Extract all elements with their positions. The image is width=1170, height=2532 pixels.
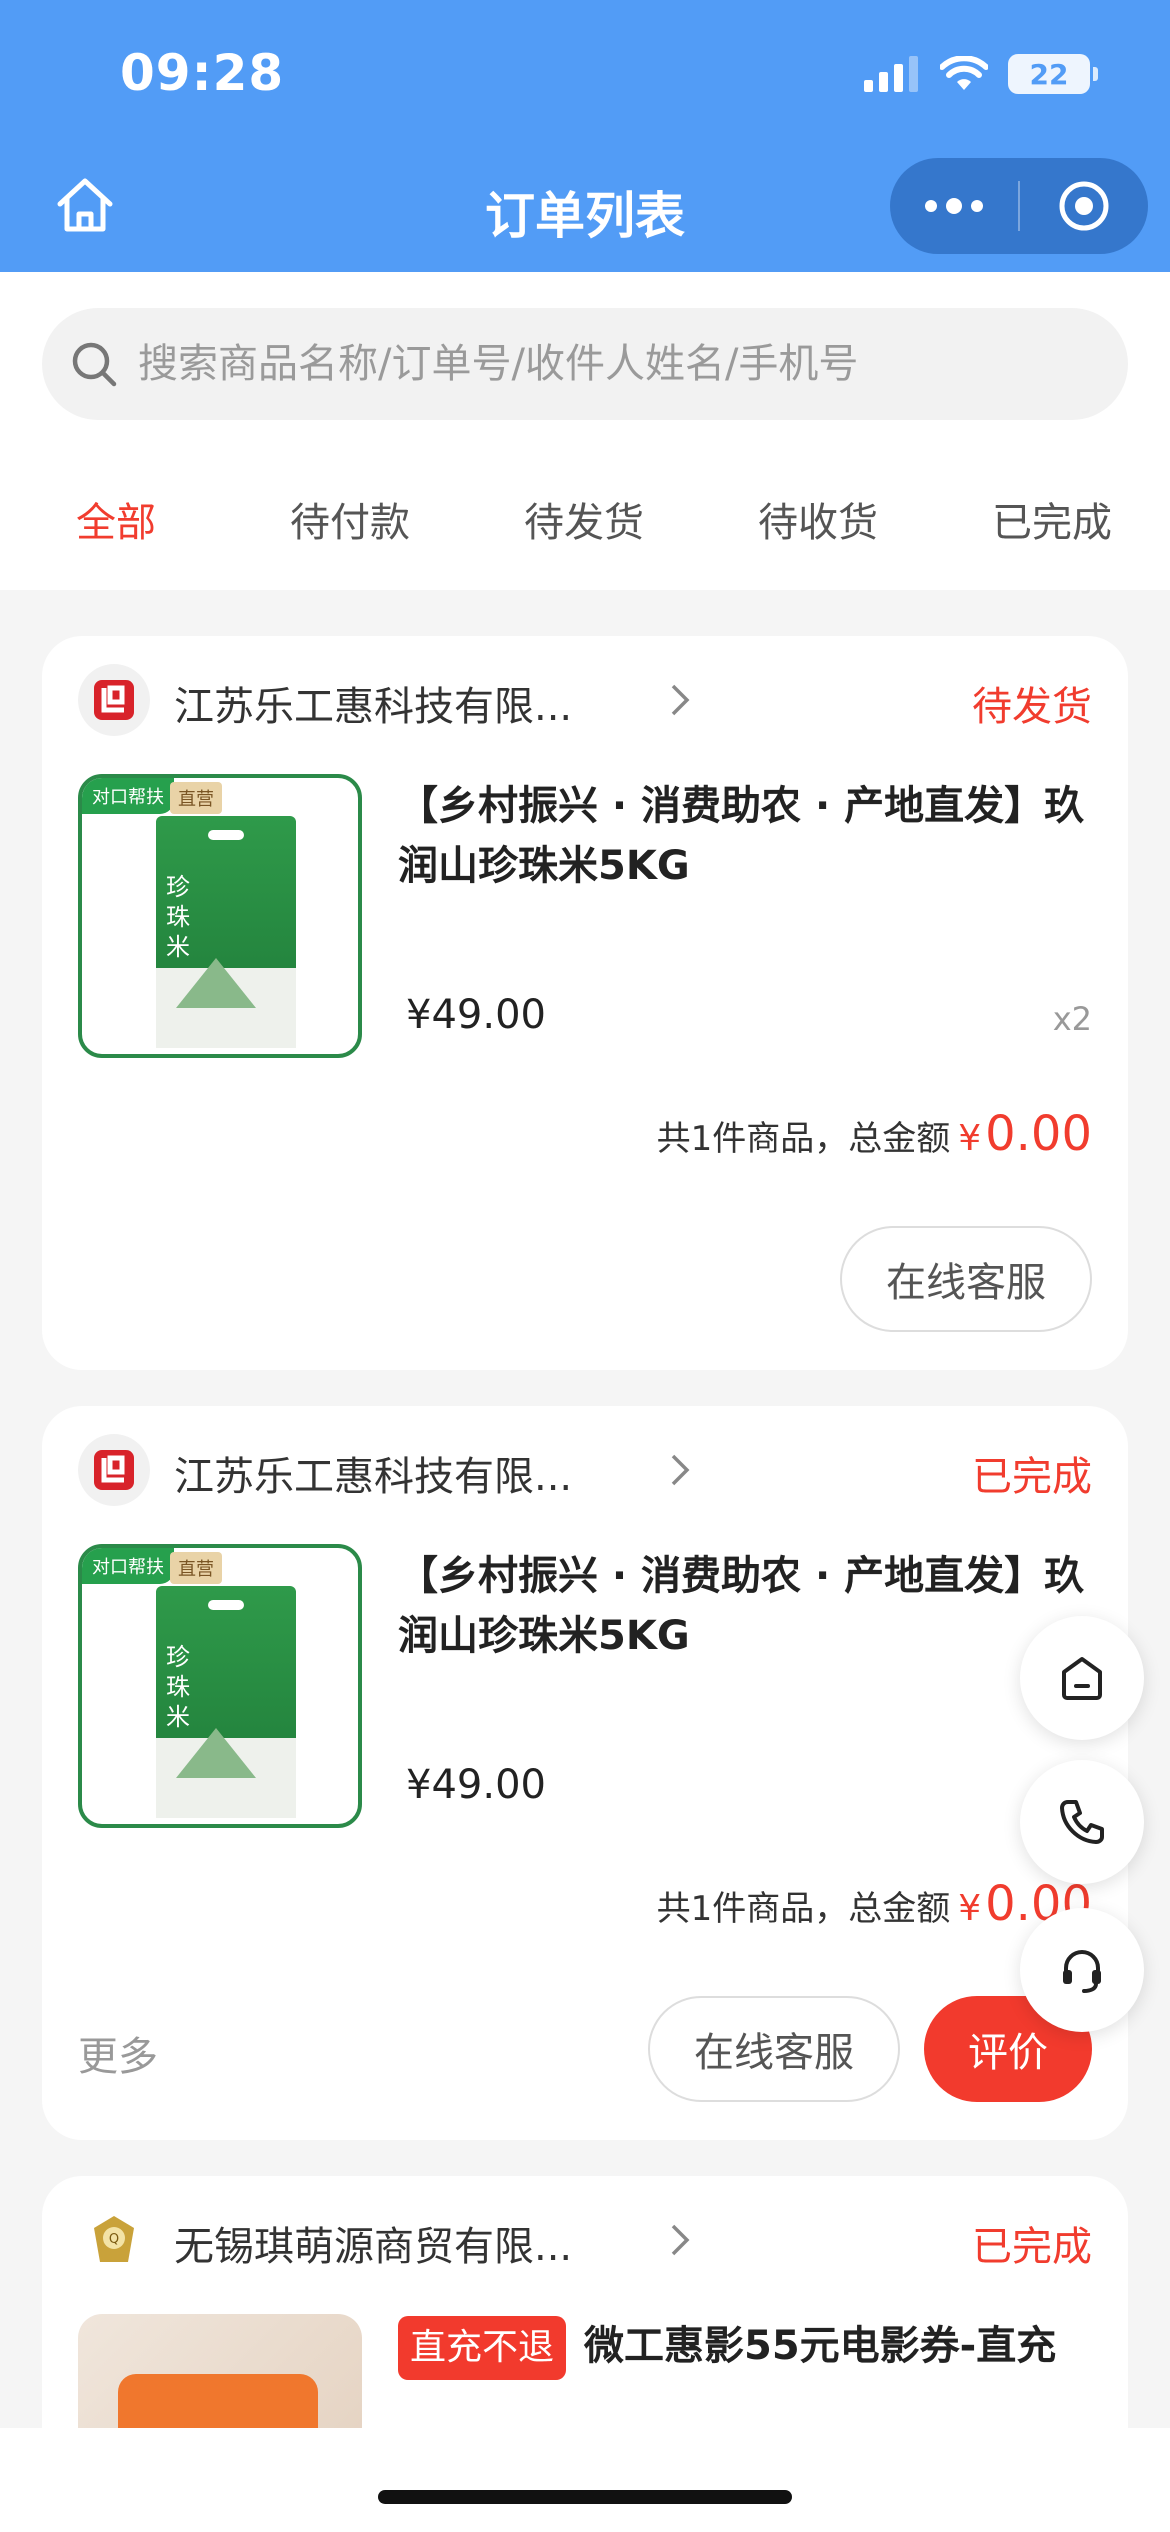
svg-text:Q: Q	[109, 2232, 119, 2247]
tab-completed[interactable]: 已完成	[992, 490, 1112, 548]
store-name: 无锡琪萌源商贸有限...	[174, 2224, 573, 2270]
store-logo	[78, 1434, 150, 1506]
more-link[interactable]: 更多	[78, 2024, 158, 2082]
search-bar[interactable]	[42, 308, 1128, 420]
rice-bag-graphic: 珍珠米	[156, 1586, 296, 1818]
order-status: 已完成	[972, 2224, 1092, 2270]
home-indicator[interactable]	[378, 2490, 792, 2504]
tab-pending-payment[interactable]: 待付款	[290, 490, 410, 548]
summary-label: 共1件商品，总金额	[656, 1119, 951, 1159]
order-card[interactable]: 江苏乐工惠科技有限... 已完成 珍珠米 对口帮扶 直营 【乡村振兴 · 消费助…	[42, 1406, 1128, 2140]
store-logo	[78, 664, 150, 736]
chevron-right-icon	[671, 1454, 690, 1486]
tab-pending-shipment[interactable]: 待发货	[524, 490, 644, 548]
store-row[interactable]: 江苏乐工惠科技有限... 已完成	[78, 1434, 1092, 1506]
search-input[interactable]	[138, 341, 1038, 387]
store-row[interactable]: 江苏乐工惠科技有限... 待发货	[78, 664, 1092, 736]
poverty-aid-tag: 对口帮扶	[82, 1548, 174, 1584]
status-icons: 22	[864, 54, 1098, 94]
phone-icon	[1060, 1800, 1104, 1844]
header: 09:28 22 订单列表	[0, 0, 1170, 272]
bag-label: 珍珠米	[166, 873, 190, 961]
mini-program-capsule	[890, 158, 1148, 254]
product-title[interactable]: 【乡村振兴 · 消费助农 · 产地直发】玖润山珍珠米5KG	[398, 1546, 1098, 1666]
more-options-button[interactable]	[890, 158, 1018, 254]
tab-pending-receipt[interactable]: 待收货	[758, 490, 878, 548]
battery-icon: 22	[1008, 54, 1098, 94]
order-status: 已完成	[972, 1454, 1092, 1500]
currency-symbol: ¥	[958, 1888, 982, 1929]
order-summary: 共1件商品，总金额 ¥ 0.00	[657, 1876, 1092, 1932]
chevron-right-icon	[671, 684, 690, 716]
customer-service-float-button[interactable]	[1020, 1908, 1144, 2032]
status-time: 09:28	[120, 44, 285, 102]
call-float-button[interactable]	[1020, 1760, 1144, 1884]
product-price: ¥49.00	[406, 1762, 546, 1808]
bag-label: 珍珠米	[166, 1643, 190, 1731]
signal-icon	[864, 56, 918, 92]
direct-sale-tag: 直营	[170, 1552, 222, 1584]
order-total: 0.00	[985, 1106, 1092, 1162]
product-image[interactable]: 珍珠米 对口帮扶 直营	[78, 774, 362, 1058]
search-icon	[72, 342, 117, 387]
poverty-aid-tag: 对口帮扶	[82, 778, 174, 814]
direct-sale-tag: 直营	[170, 782, 222, 814]
wifi-icon	[940, 56, 988, 90]
rice-bag-graphic: 珍珠米	[156, 816, 296, 1048]
no-refund-tag: 直充不退	[398, 2316, 567, 2380]
store-logo: Q	[78, 2204, 150, 2276]
target-icon	[1059, 181, 1109, 231]
product-quantity: x2	[1052, 1000, 1092, 1038]
online-service-button[interactable]: 在线客服	[648, 1996, 900, 2102]
store-name: 江苏乐工惠科技有限...	[174, 684, 573, 730]
headset-icon	[1063, 1950, 1101, 1993]
product-title-row[interactable]: 直充不退 微工惠影55元电影券-直充	[398, 2316, 1098, 2380]
shop-home-float-button[interactable]	[1020, 1616, 1144, 1740]
summary-label: 共1件商品，总金额	[656, 1889, 951, 1929]
tab-all[interactable]: 全部	[76, 490, 156, 548]
close-miniprogram-button[interactable]	[1020, 158, 1148, 254]
order-status: 待发货	[972, 684, 1092, 730]
store-row[interactable]: Q 无锡琪萌源商贸有限... 已完成	[78, 2204, 1092, 2276]
product-title[interactable]: 【乡村振兴 · 消费助农 · 产地直发】玖润山珍珠米5KG	[398, 776, 1098, 896]
store-name: 江苏乐工惠科技有限...	[174, 1454, 573, 1500]
bottom-safe-area	[0, 2428, 1170, 2532]
currency-symbol: ¥	[958, 1118, 982, 1159]
order-summary: 共1件商品，总金额 ¥ 0.00	[657, 1106, 1092, 1162]
product-image[interactable]: 珍珠米 对口帮扶 直营	[78, 1544, 362, 1828]
product-price: ¥49.00	[406, 992, 546, 1038]
house-icon	[1062, 1657, 1102, 1700]
chevron-right-icon	[671, 2224, 690, 2256]
product-title: 微工惠影55元电影券-直充	[584, 2323, 1057, 2369]
online-service-button[interactable]: 在线客服	[840, 1226, 1092, 1332]
order-tabs: 全部 待付款 待发货 待收货 已完成	[0, 490, 1170, 550]
order-card[interactable]: 江苏乐工惠科技有限... 待发货 珍珠米 对口帮扶 直营 【乡村振兴 · 消费助…	[42, 636, 1128, 1370]
